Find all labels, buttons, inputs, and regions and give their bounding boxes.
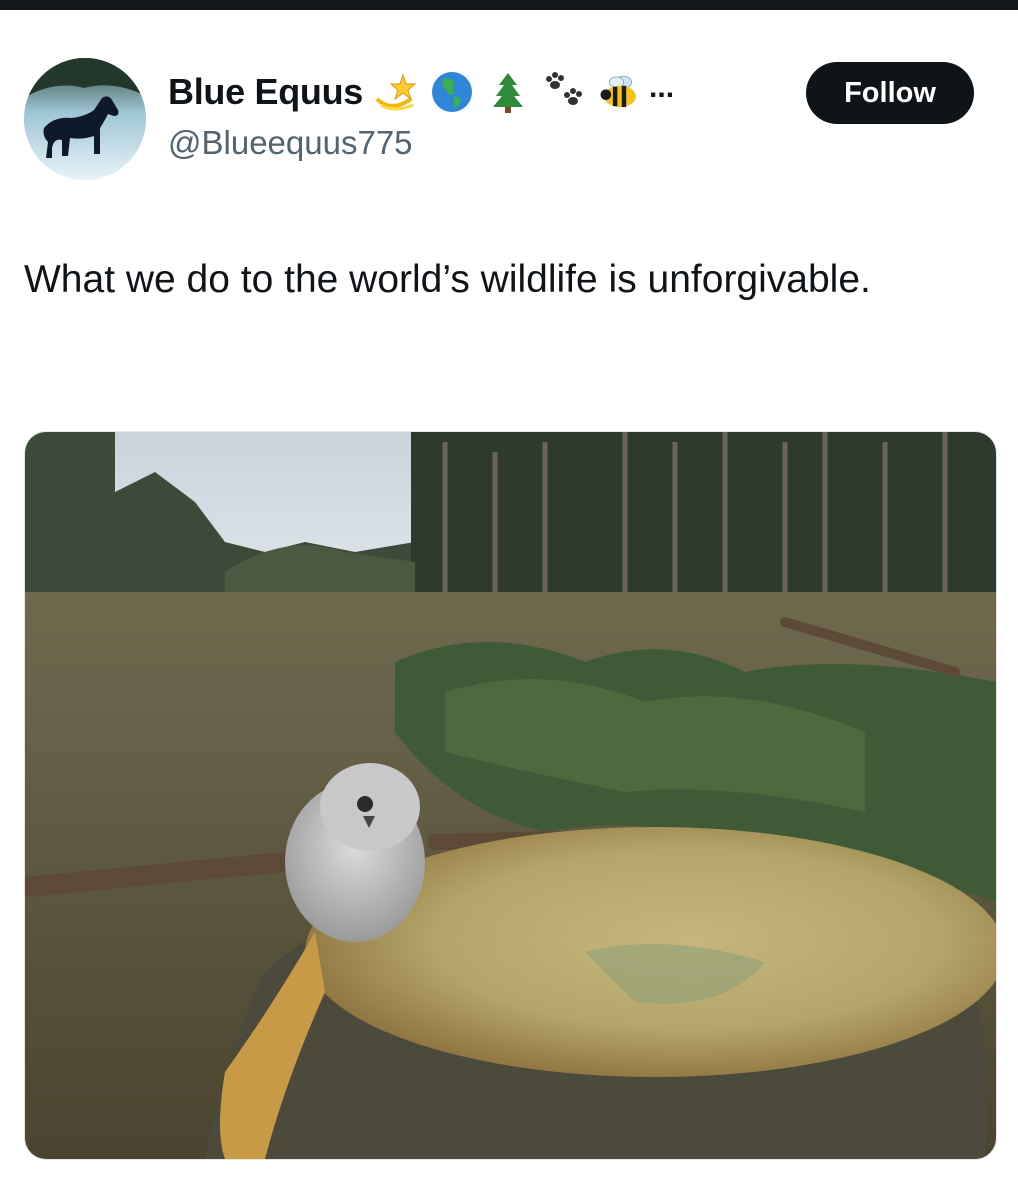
honeybee-emoji-icon (597, 69, 643, 115)
author-avatar[interactable] (24, 58, 146, 180)
follow-button[interactable]: Follow (806, 62, 974, 124)
tweet-media-photo[interactable] (24, 431, 997, 1160)
dizzy-star-emoji-icon (373, 69, 419, 115)
tweet-text: What we do to the world’s wildlife is un… (24, 258, 871, 301)
globe-americas-emoji-icon (429, 69, 475, 115)
paw-prints-emoji-icon (541, 69, 587, 115)
horse-silhouette-icon (24, 58, 146, 180)
owlet-on-stump-photo-icon (25, 432, 996, 1159)
top-bar (0, 0, 1018, 10)
author-handle[interactable]: @Blueequus775 (168, 124, 413, 162)
author-display-name[interactable]: Blue Equus (168, 71, 363, 113)
author-name-row: Blue Equus ... (168, 64, 674, 120)
name-truncation-ellipsis: ... (649, 71, 675, 104)
evergreen-tree-emoji-icon (485, 69, 531, 115)
